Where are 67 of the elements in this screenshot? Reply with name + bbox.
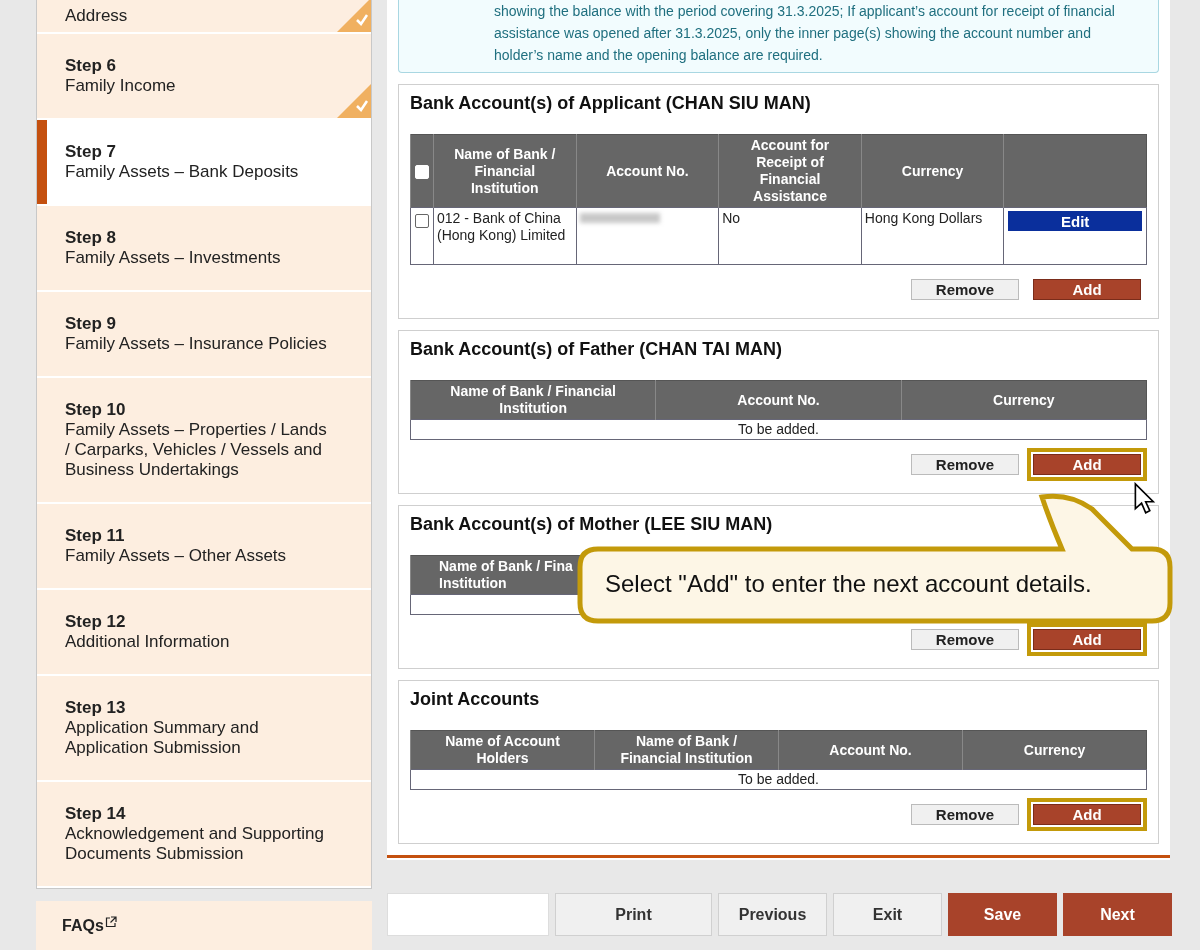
- add-button[interactable]: Add: [1033, 804, 1141, 825]
- pointer-cursor-icon: [1134, 482, 1156, 516]
- step-number: Step 6: [65, 56, 118, 76]
- section-title: Bank Account(s) of Father (CHAN TAI MAN): [410, 339, 783, 360]
- step-title: Application Summary and Application Submission: [65, 718, 260, 758]
- step-item[interactable]: Step 12 Additional Information: [37, 590, 371, 676]
- step-item[interactable]: Step 6 Family Income: [37, 34, 371, 120]
- footer-button[interactable]: Next: [1063, 893, 1172, 936]
- step-item[interactable]: Step 10 Family Assets – Properties / Lands / Carparks, Vehicles / Vessels and Business Undertakings: [37, 378, 371, 504]
- column-header: Name of Account Holders: [410, 730, 595, 770]
- add-button[interactable]: Add: [1033, 629, 1141, 650]
- step-title: Additional Information: [65, 632, 231, 652]
- step-number: Step 13: [65, 698, 127, 718]
- edit-button[interactable]: Edit: [1007, 210, 1143, 232]
- step-number: Step 10: [65, 400, 127, 420]
- step-number: Step 7: [65, 142, 118, 162]
- step-item[interactable]: Address: [37, 0, 371, 34]
- step-title: Acknowledgement and Supporting Documents Submission: [65, 824, 325, 864]
- remove-button[interactable]: Remove: [911, 629, 1019, 650]
- column-header: Currency: [901, 380, 1147, 420]
- step-number: Step 11: [65, 526, 126, 546]
- table-cell: No: [718, 207, 862, 265]
- column-header: Account No.: [655, 380, 902, 420]
- remove-button[interactable]: Remove: [911, 454, 1019, 475]
- step-item[interactable]: Step 9 Family Assets – Insurance Policies: [37, 292, 371, 378]
- step-title: Family Assets – Other Assets: [65, 546, 288, 566]
- footer-button[interactable]: Previous: [718, 893, 827, 936]
- remove-button[interactable]: Remove: [911, 279, 1019, 300]
- footer-button[interactable]: Print: [555, 893, 712, 936]
- step-title: Family Assets – Investments: [65, 248, 282, 268]
- column-header: Name of Bank / Financial Institution: [594, 730, 779, 770]
- section-title: Bank Account(s) of Mother (LEE SIU MAN): [410, 514, 774, 535]
- column-header: Account for Receipt of Financial Assistance: [718, 134, 862, 208]
- notice-text: showing the balance with the period covering 31.3.2025; If applicant’s account for receipt of financial assistance was opened after 31.3.2025, only the inner page(s) showing the account number and holder’s name and the opening balance are required.: [494, 2, 1116, 65]
- step-title: Family Assets – Properties / Lands / Carparks, Vehicles / Vessels and Business Undertakings: [65, 420, 328, 480]
- table-cell: To be added.: [410, 419, 1147, 440]
- select-all-checkbox[interactable]: [415, 164, 429, 179]
- column-header: Account No.: [778, 730, 963, 770]
- row-checkbox[interactable]: [415, 214, 429, 229]
- column-header: Name of Bank / Financial Institution: [433, 134, 577, 208]
- step-title: Family Income: [65, 76, 177, 96]
- step-title: Address: [65, 6, 129, 26]
- add-button[interactable]: Add: [1033, 279, 1141, 300]
- column-header: Account No.: [576, 134, 719, 208]
- table-cell: Hong Kong Dollars: [861, 207, 1004, 265]
- step-number: Step 8: [65, 228, 118, 248]
- footer-button[interactable]: Save: [948, 893, 1057, 936]
- step-item[interactable]: Step 13 Application Summary and Application Submission: [37, 676, 371, 782]
- section-title: Bank Account(s) of Applicant (CHAN SIU MAN): [410, 93, 812, 114]
- column-header: Currency: [962, 730, 1147, 770]
- column-header: Currency: [861, 134, 1004, 208]
- step-number: Step 9: [65, 314, 118, 334]
- step-title: Family Assets – Bank Deposits: [65, 162, 300, 182]
- footer-button[interactable]: Exit: [833, 893, 942, 936]
- step-item[interactable]: Step 8 Family Assets – Investments: [37, 206, 371, 292]
- remove-button[interactable]: Remove: [911, 804, 1019, 825]
- section-title: Joint Accounts: [410, 689, 541, 710]
- step-number: Step 12: [65, 612, 127, 632]
- step-number: Step 14: [65, 804, 127, 824]
- table-cell: To be added.: [410, 769, 1147, 790]
- column-header: Name of Bank / Financial Institution: [410, 380, 656, 420]
- add-button[interactable]: Add: [1033, 454, 1141, 475]
- step-item[interactable]: Step 11 Family Assets – Other Assets: [37, 504, 371, 590]
- step-item[interactable]: Step 14 Acknowledgement and Supporting Documents Submission: [37, 782, 371, 888]
- step-title: Family Assets – Insurance Policies: [65, 334, 328, 354]
- faqs-link[interactable]: FAQs: [62, 916, 104, 935]
- table-cell: 012 - Bank of China (Hong Kong) Limited: [433, 207, 577, 265]
